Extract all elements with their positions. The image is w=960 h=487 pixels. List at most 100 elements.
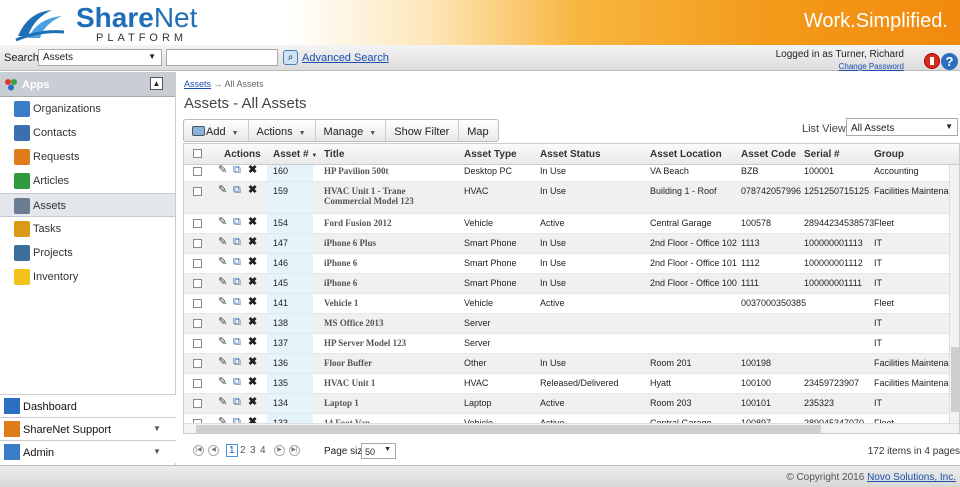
chevron-down-icon[interactable]: ▼ xyxy=(153,424,161,433)
search-icon[interactable]: ⌕ xyxy=(283,50,298,65)
page-1-link[interactable]: 1 xyxy=(226,444,238,457)
edit-icon[interactable]: ✎ xyxy=(218,357,227,368)
column-header-asset-location[interactable]: Asset Location xyxy=(650,149,722,160)
help-icon[interactable]: ? xyxy=(941,53,958,70)
horizontal-scrollbar-thumb[interactable] xyxy=(196,425,821,433)
table-row[interactable]: ✎ ⧉ ✖ 137 HP Server Model 123 Server IT xyxy=(184,334,949,354)
chevron-down-icon[interactable]: ▼ xyxy=(153,447,161,456)
sidebar-item-inventory[interactable]: Inventory xyxy=(0,265,175,289)
table-row[interactable]: ✎ ⧉ ✖ 160 HP Pavilion 500t Desktop PC In Use VA… xyxy=(184,165,949,182)
title-cell[interactable]: iPhone 6 xyxy=(324,258,454,268)
edit-icon[interactable]: ✎ xyxy=(218,217,227,228)
copy-icon[interactable]: ⧉ xyxy=(233,337,241,348)
delete-icon[interactable]: ✖ xyxy=(248,185,257,196)
collapse-icon[interactable]: ▲ xyxy=(150,77,163,90)
table-row[interactable]: ✎ ⧉ ✖ 154 Ford Fusion 2012 Vehicle Active Centr… xyxy=(184,214,949,234)
delete-icon[interactable]: ✖ xyxy=(248,257,257,268)
edit-icon[interactable]: ✎ xyxy=(218,297,227,308)
page-4-link[interactable]: 4 xyxy=(260,445,266,456)
column-header-title[interactable]: Title xyxy=(324,149,344,160)
sidebar-bottom-dashboard[interactable]: Dashboard xyxy=(0,394,176,417)
sidebar-bottom-support[interactable]: ShareNet Support ▼ xyxy=(0,417,176,440)
delete-icon[interactable]: ✖ xyxy=(248,337,257,348)
title-cell[interactable]: HVAC Unit 1 xyxy=(324,378,454,388)
copy-icon[interactable]: ⧉ xyxy=(233,397,241,408)
copy-icon[interactable]: ⧉ xyxy=(233,237,241,248)
table-row[interactable]: ✎ ⧉ ✖ 145 iPhone 6 Smart Phone In Use 2nd Floor… xyxy=(184,274,949,294)
title-cell[interactable]: MS Office 2013 xyxy=(324,318,454,328)
row-checkbox[interactable] xyxy=(193,319,202,328)
delete-icon[interactable]: ✖ xyxy=(248,317,257,328)
title-cell[interactable]: HP Server Model 123 xyxy=(324,338,454,348)
apps-header[interactable]: Apps ▲ xyxy=(0,72,175,97)
prev-page-icon[interactable]: ◀ xyxy=(208,445,219,456)
sidebar-item-organizations[interactable]: Organizations xyxy=(0,97,175,121)
title-cell[interactable]: Laptop 1 xyxy=(324,398,454,408)
title-cell[interactable]: iPhone 6 Plus xyxy=(324,238,454,248)
advanced-search-link[interactable]: Advanced Search xyxy=(302,52,389,64)
show-filter-button[interactable]: Show Filter xyxy=(386,120,460,141)
title-cell[interactable]: iPhone 6 xyxy=(324,278,454,288)
copy-icon[interactable]: ⧉ xyxy=(233,257,241,268)
sidebar-bottom-admin[interactable]: Admin ▼ xyxy=(0,440,176,463)
vertical-scrollbar-thumb[interactable] xyxy=(951,347,959,412)
delete-icon[interactable]: ✖ xyxy=(248,297,257,308)
copy-icon[interactable]: ⧉ xyxy=(233,165,241,176)
copy-icon[interactable]: ⧉ xyxy=(233,217,241,228)
copy-icon[interactable]: ⧉ xyxy=(233,297,241,308)
next-page-icon[interactable]: ▶ xyxy=(274,445,285,456)
actions-menu-button[interactable]: Actions ▼ xyxy=(249,120,316,141)
edit-icon[interactable]: ✎ xyxy=(218,185,227,196)
table-row[interactable]: ✎ ⧉ ✖ 146 iPhone 6 Smart Phone In Use 2nd Floor… xyxy=(184,254,949,274)
copy-icon[interactable]: ⧉ xyxy=(233,357,241,368)
column-header-asset-status[interactable]: Asset Status xyxy=(540,149,601,160)
copy-icon[interactable]: ⧉ xyxy=(233,185,241,196)
row-checkbox[interactable] xyxy=(193,299,202,308)
table-row[interactable]: ✎ ⧉ ✖ 147 iPhone 6 Plus Smart Phone In Use 2nd … xyxy=(184,234,949,254)
copy-icon[interactable]: ⧉ xyxy=(233,377,241,388)
select-all-checkbox[interactable] xyxy=(193,149,202,158)
row-checkbox[interactable] xyxy=(193,259,202,268)
edit-icon[interactable]: ✎ xyxy=(218,397,227,408)
table-row[interactable]: ✎ ⧉ ✖ 141 Vehicle 1 Vehicle Active 003700035038… xyxy=(184,294,949,314)
title-cell[interactable]: HP Pavilion 500t xyxy=(324,166,454,176)
delete-icon[interactable]: ✖ xyxy=(248,165,257,176)
vertical-scrollbar[interactable] xyxy=(949,165,959,423)
sidebar-item-requests[interactable]: Requests xyxy=(0,145,175,169)
page-2-link[interactable]: 2 xyxy=(240,445,246,456)
sidebar-item-contacts[interactable]: Contacts xyxy=(0,121,175,145)
search-scope-select[interactable]: Assets ▼ xyxy=(38,49,162,66)
copy-icon[interactable]: ⧉ xyxy=(233,317,241,328)
row-checkbox[interactable] xyxy=(193,219,202,228)
edit-icon[interactable]: ✎ xyxy=(218,237,227,248)
delete-icon[interactable]: ✖ xyxy=(248,357,257,368)
row-checkbox[interactable] xyxy=(193,379,202,388)
horizontal-scrollbar[interactable] xyxy=(184,423,959,433)
first-page-icon[interactable]: |◀ xyxy=(193,445,204,456)
change-password-link[interactable]: Change Password xyxy=(839,62,904,71)
delete-icon[interactable]: ✖ xyxy=(248,397,257,408)
row-checkbox[interactable] xyxy=(193,167,202,176)
sidebar-item-articles[interactable]: Articles xyxy=(0,169,175,193)
delete-icon[interactable]: ✖ xyxy=(248,277,257,288)
breadcrumb-assets-link[interactable]: Assets xyxy=(184,79,211,89)
add-button[interactable]: Add ▼ xyxy=(184,120,249,141)
list-view-select[interactable]: All Assets ▼ xyxy=(846,118,958,136)
table-row[interactable]: ✎ ⧉ ✖ 138 MS Office 2013 Server IT xyxy=(184,314,949,334)
edit-icon[interactable]: ✎ xyxy=(218,165,227,176)
delete-icon[interactable]: ✖ xyxy=(248,237,257,248)
last-page-icon[interactable]: ▶| xyxy=(289,445,300,456)
sidebar-item-projects[interactable]: Projects xyxy=(0,241,175,265)
sidebar-item-assets[interactable]: Assets xyxy=(0,193,175,217)
title-cell[interactable]: HVAC Unit 1 - Trane Commercial Model 123 xyxy=(324,186,454,206)
page-size-select[interactable]: 50 ▼ xyxy=(361,443,396,459)
row-checkbox[interactable] xyxy=(193,279,202,288)
row-checkbox[interactable] xyxy=(193,359,202,368)
edit-icon[interactable]: ✎ xyxy=(218,277,227,288)
company-link[interactable]: Novo Solutions, Inc. xyxy=(867,472,956,483)
edit-icon[interactable]: ✎ xyxy=(218,377,227,388)
column-header-group[interactable]: Group xyxy=(874,149,904,160)
column-header-asset-number[interactable]: Asset # ▼ xyxy=(273,149,317,160)
copy-icon[interactable]: ⧉ xyxy=(233,277,241,288)
row-checkbox[interactable] xyxy=(193,339,202,348)
